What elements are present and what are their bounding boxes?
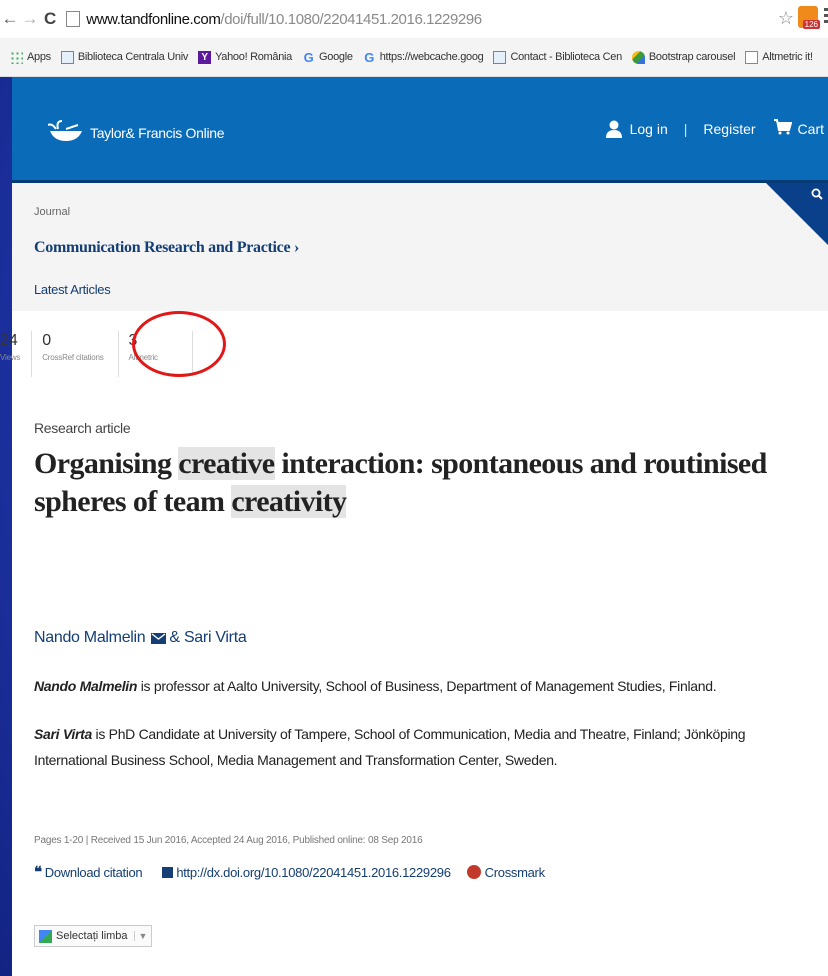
bio-text: is professor at Aalto University, School…	[137, 678, 717, 694]
download-citation-link[interactable]: Download citation	[45, 865, 143, 880]
bookmark-bootstrap[interactable]: Bootstrap carousel	[631, 50, 736, 64]
metric-value: 24	[0, 332, 18, 349]
bookmark-label: Yahoo! România	[215, 51, 293, 63]
bookmark-apps[interactable]: Apps	[10, 50, 51, 64]
author-link[interactable]: Nando Malmelin	[34, 629, 146, 647]
search-highlight: creativity	[231, 485, 347, 518]
author-bio: Sari Virta is PhD Candidate at Universit…	[34, 721, 794, 773]
bio-name: Sari Virta	[34, 726, 92, 742]
journal-banner: Journal Communication Research and Pract…	[12, 183, 828, 311]
title-part: Organising	[34, 447, 179, 480]
article-page: Journal Communication Research and Pract…	[0, 183, 828, 976]
language-select[interactable]: Selectați limba ▼	[34, 925, 153, 947]
metric-crossref[interactable]: 0 CrossRef citations	[42, 331, 119, 377]
page-icon	[66, 11, 81, 27]
taylor-francis-logo-icon[interactable]	[48, 119, 84, 143]
apps-icon	[10, 50, 23, 64]
bookmark-label: Contact - Biblioteca Cen	[510, 51, 622, 63]
yahoo-icon: Y	[198, 50, 212, 64]
article-links: ❝ Download citation http://dx.doi.org/10…	[34, 863, 545, 881]
site-header: Taylor& Francis Online Log in | Register…	[12, 77, 828, 183]
user-icon	[605, 120, 622, 138]
crossmark-icon	[466, 865, 481, 879]
bookmark-label: Bootstrap carousel	[648, 51, 736, 63]
cart-icon[interactable]	[773, 119, 792, 139]
chevron-right-icon: ›	[293, 239, 300, 256]
email-icon[interactable]	[151, 632, 167, 644]
site-logo-text[interactable]: Taylor& Francis Online	[90, 125, 225, 141]
bookmark-altmetric[interactable]: Altmetric it!	[745, 50, 813, 64]
bookmark-label: Apps	[27, 51, 51, 63]
bookmark-label: Google	[319, 51, 353, 63]
journal-label: Journal	[34, 206, 71, 218]
metric-label: Views	[0, 353, 21, 362]
article-title: Organising creative interaction: spontan…	[34, 445, 794, 521]
menu-icon[interactable]	[824, 6, 828, 24]
url-path: /doi/full/10.1080/22041451.2016.1229296	[220, 10, 482, 28]
rss-badge: 126	[802, 20, 820, 29]
language-label: Selectați limba	[56, 930, 128, 942]
bookmark-biblioteca[interactable]: Biblioteca Centrala Univ	[60, 50, 189, 64]
reload-icon[interactable]: C	[44, 9, 56, 29]
journal-title-link[interactable]: Communication Research and Practice ›	[34, 239, 299, 257]
bootstrap-icon	[631, 50, 645, 64]
author-list: Nando Malmelin & Sari Virta	[34, 629, 247, 647]
back-arrow-icon[interactable]: ←	[0, 9, 20, 29]
bookmark-label: https://webcache.goog	[379, 51, 484, 63]
url-field[interactable]: www.tandfonline.com/doi/full/10.1080/220…	[86, 10, 482, 28]
search-icon[interactable]	[811, 187, 823, 203]
google-icon: G	[303, 49, 314, 65]
bio-text: is PhD Candidate at University of Tamper…	[34, 726, 746, 768]
bookmark-label: Biblioteca Centrala Univ	[77, 51, 189, 63]
forward-arrow-icon[interactable]: →	[20, 9, 40, 29]
bookmarks-bar: Apps Biblioteca Centrala Univ Y Yahoo! Ro…	[0, 38, 828, 77]
crossmark-link[interactable]: Crossmark	[485, 865, 545, 880]
red-highlight-circle	[132, 311, 226, 377]
doi-link[interactable]: http://dx.doi.org/10.1080/22041451.2016.…	[176, 865, 451, 880]
register-link[interactable]: Register	[703, 121, 755, 137]
login-link[interactable]: Log in	[630, 121, 668, 137]
page-icon	[745, 50, 759, 64]
cart-link[interactable]: Cart	[798, 121, 824, 137]
latest-articles-link[interactable]: Latest Articles	[34, 282, 111, 297]
bookmark-webcache[interactable]: Ghttps://webcache.goog	[363, 49, 484, 65]
metric-value: 0	[42, 332, 52, 349]
bookmark-star-icon[interactable]: ☆	[778, 8, 794, 29]
google-icon: G	[364, 49, 375, 65]
publication-info: Pages 1-20 | Received 15 Jun 2016, Accep…	[34, 835, 423, 846]
header-separator: |	[683, 121, 688, 137]
search-highlight: creative	[178, 447, 275, 480]
url-host: www.tandfonline.com	[86, 10, 221, 28]
journal-title: Communication Research and Practice	[34, 239, 291, 256]
doc-icon	[493, 50, 507, 64]
screenshot-frame: ← → C www.tandfonline.com/doi/full/10.10…	[0, 0, 828, 976]
external-link-icon	[162, 866, 174, 878]
metric-views[interactable]: 24 Views	[0, 331, 33, 377]
author-bio: Nando Malmelin is professor at Aalto Uni…	[34, 673, 794, 699]
article-type: Research article	[34, 420, 131, 436]
bookmark-label: Altmetric it!	[762, 51, 813, 63]
google-translate-icon	[39, 929, 52, 943]
author-link[interactable]: & Sari Virta	[169, 629, 246, 647]
browser-address-bar: ← → C www.tandfonline.com/doi/full/10.10…	[0, 0, 828, 38]
chevron-down-icon: ▼	[133, 931, 147, 941]
metric-label: CrossRef citations	[42, 353, 104, 362]
header-account-nav: Log in | Register Cart	[605, 119, 828, 139]
bookmark-google[interactable]: G Google	[302, 51, 353, 64]
bookmark-contact[interactable]: Contact - Biblioteca Cen	[493, 50, 622, 64]
bookmark-yahoo[interactable]: Y Yahoo! România	[198, 50, 293, 64]
bio-name: Nando Malmelin	[34, 678, 138, 694]
doc-icon	[60, 50, 74, 64]
quote-icon: ❝	[34, 864, 42, 881]
